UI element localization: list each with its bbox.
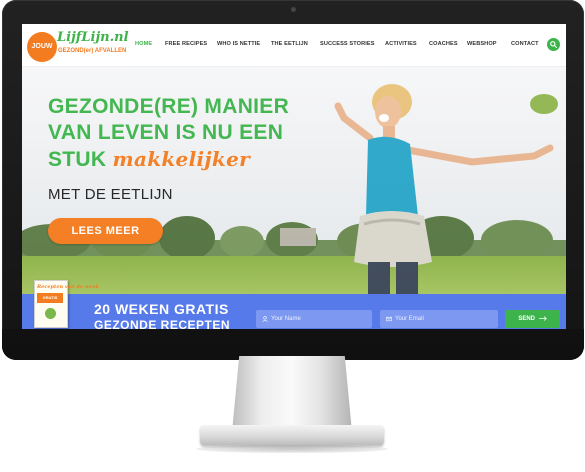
- nav-contact[interactable]: CONTACT: [511, 41, 539, 47]
- headline-line-3: STUK makkelijker: [48, 146, 348, 173]
- headline-line-2: VAN LEVEN IS NU EEN: [48, 121, 284, 144]
- email-placeholder: Your Email: [395, 316, 424, 322]
- book-title: Recepten van de week: [37, 284, 99, 290]
- hero-section: GEZONDE(RE) MANIER VAN LEVEN IS NU EEN S…: [22, 66, 566, 294]
- name-field[interactable]: Your Name: [256, 310, 372, 328]
- search-icon: [550, 41, 557, 48]
- arrow-right-icon: [538, 316, 547, 321]
- logo-badge: JOUW: [27, 32, 57, 62]
- monitor-stand-neck: [232, 356, 352, 432]
- email-field[interactable]: Your Email: [380, 310, 498, 328]
- hero-subline: MET DE EETLIJN: [48, 186, 173, 203]
- nav-activities[interactable]: ACTIVITIES: [385, 41, 417, 47]
- nav-home[interactable]: HOME: [135, 41, 152, 47]
- camera-dot: [291, 7, 296, 12]
- book-badge: GRATIS: [37, 293, 63, 303]
- name-placeholder: Your Name: [271, 316, 301, 322]
- site-header: JOUW LijfLijn.nl GEZOND(er) AFVALLEN HOM…: [22, 24, 566, 67]
- lees-meer-button[interactable]: LEES MEER: [48, 218, 163, 244]
- user-icon: [262, 316, 268, 322]
- screen: JOUW LijfLijn.nl GEZOND(er) AFVALLEN HOM…: [22, 24, 566, 329]
- nav-webshop[interactable]: WEBSHOP: [467, 41, 497, 47]
- nav-success-stories[interactable]: SUCCESS STORIES: [320, 41, 375, 47]
- headline-line-3-a: STUK: [48, 148, 107, 171]
- nav-coaches[interactable]: COACHES: [429, 41, 458, 47]
- main-nav: HOME FREE RECIPES WHO IS NETTIE THE EETL…: [132, 41, 544, 51]
- nav-who-is-nettie[interactable]: WHO IS NETTIE: [217, 41, 260, 47]
- nav-free-recipes[interactable]: FREE RECIPES: [165, 41, 207, 47]
- monitor-stand-base: [200, 425, 384, 445]
- newsletter-subtitle: GEZONDE RECEPTEN: [94, 318, 231, 329]
- stand-shadow: [196, 445, 388, 453]
- monitor-chin: [2, 329, 584, 360]
- headline-line-1: GEZONDE(RE) MANIER: [48, 95, 290, 118]
- send-button[interactable]: SEND: [505, 310, 560, 328]
- nav-the-eetlijn[interactable]: THE EETLIJN: [271, 41, 308, 47]
- headline-script-word: makkelijker: [112, 147, 250, 171]
- logo-name: LijfLijn.nl: [57, 30, 129, 45]
- search-button[interactable]: [547, 38, 560, 51]
- recipe-book-image: Recepten van de week GRATIS: [34, 280, 99, 328]
- logo-tagline: GEZOND(er) AFVALLEN: [58, 48, 127, 54]
- mail-icon: [386, 316, 392, 322]
- send-label: SEND: [518, 316, 535, 322]
- newsletter-title: 20 WEKEN GRATIS: [94, 301, 229, 317]
- hero-headline: GEZONDE(RE) MANIER VAN LEVEN IS NU EEN S…: [48, 94, 348, 173]
- site-logo[interactable]: JOUW LijfLijn.nl GEZOND(er) AFVALLEN: [27, 30, 129, 62]
- apple-icon: [45, 308, 56, 319]
